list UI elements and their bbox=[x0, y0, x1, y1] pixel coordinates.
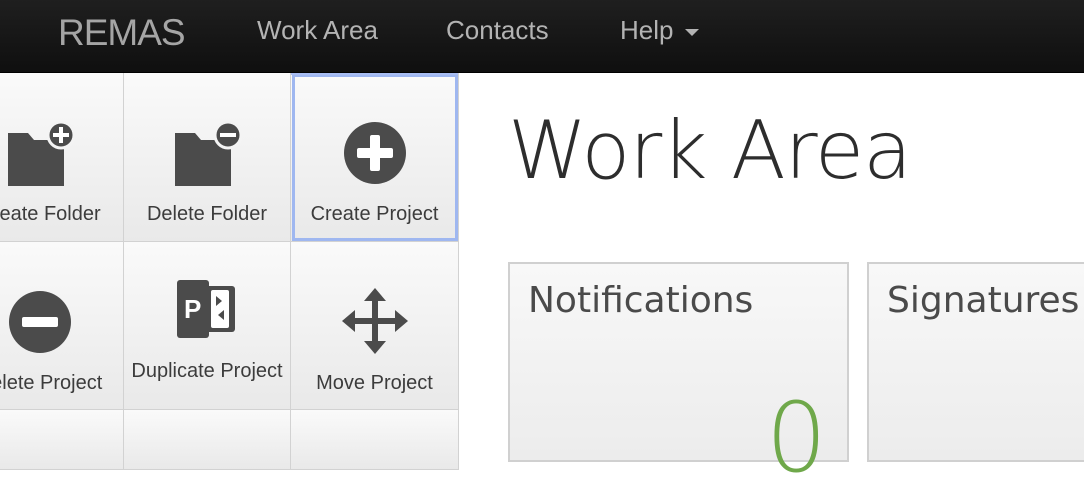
tile-label: Delete Folder bbox=[146, 203, 268, 225]
delete-folder-button[interactable]: Delete Folder bbox=[124, 73, 291, 242]
page-title: Work Area bbox=[508, 104, 912, 197]
svg-text:P: P bbox=[184, 294, 201, 324]
tile-empty[interactable] bbox=[291, 410, 459, 470]
folder-remove-icon bbox=[172, 120, 243, 192]
tile-label: Move Project bbox=[316, 372, 433, 394]
caret-down-icon bbox=[685, 28, 700, 36]
action-tiles: Create Folder Delete Folder Create Proje… bbox=[0, 73, 459, 470]
duplicate-project-icon: P bbox=[175, 278, 239, 345]
tile-label: Create Project bbox=[310, 203, 439, 225]
tile-empty[interactable] bbox=[124, 410, 291, 470]
signatures-panel[interactable]: Signatures bbox=[867, 262, 1084, 462]
nav-link-contacts[interactable]: Contacts bbox=[446, 15, 549, 46]
create-project-button[interactable]: Create Project bbox=[291, 73, 459, 242]
minus-circle-icon bbox=[8, 290, 72, 359]
panel-title: Notifications bbox=[528, 280, 754, 321]
tile-empty[interactable] bbox=[0, 410, 124, 470]
tile-label: Delete Project bbox=[0, 372, 103, 394]
folder-add-icon bbox=[5, 120, 75, 192]
move-arrows-icon bbox=[341, 288, 408, 359]
nav-dropdown-help[interactable]: Help bbox=[620, 15, 700, 46]
nav-link-label: Work Area bbox=[257, 15, 378, 45]
create-folder-button[interactable]: Create Folder bbox=[0, 73, 124, 242]
notifications-count: 0 bbox=[765, 382, 827, 494]
nav-link-label: Help bbox=[620, 15, 674, 45]
top-navbar: REMAS Work Area Contacts Help bbox=[0, 0, 1084, 73]
nav-link-label: Contacts bbox=[446, 15, 549, 45]
brand-logo[interactable]: REMAS bbox=[58, 12, 186, 54]
nav-link-work-area[interactable]: Work Area bbox=[257, 15, 378, 46]
move-project-button[interactable]: Move Project bbox=[291, 242, 459, 410]
tile-label: Create Folder bbox=[0, 203, 101, 225]
plus-circle-icon bbox=[343, 121, 407, 190]
duplicate-project-button[interactable]: P Duplicate Project bbox=[124, 242, 291, 410]
delete-project-button[interactable]: Delete Project bbox=[0, 242, 124, 410]
panel-title: Signatures bbox=[887, 280, 1080, 321]
notifications-panel[interactable]: Notifications 0 bbox=[508, 262, 849, 494]
tile-label: Duplicate Project bbox=[131, 360, 283, 382]
